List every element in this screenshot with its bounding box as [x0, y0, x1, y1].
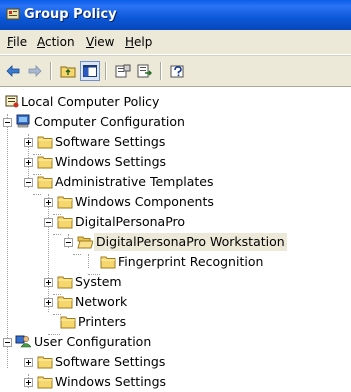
up-folder-icon: [60, 66, 76, 78]
menu-action[interactable]: Action: [37, 35, 75, 49]
expand-toggle[interactable]: [24, 378, 33, 387]
tree-item-label: Administrative Templates: [55, 174, 214, 189]
tree-item-windows-settings[interactable]: Windows Settings: [0, 152, 351, 172]
forward-button[interactable]: [25, 61, 45, 81]
tree-item-label: Printers: [78, 314, 127, 329]
folder-icon: [37, 376, 53, 389]
menu-help[interactable]: Help: [125, 35, 152, 49]
folder-icon: [37, 136, 53, 149]
tree-item-label: Fingerprint Recognition: [118, 254, 264, 269]
folder-icon: [37, 176, 53, 189]
up-one-level-button[interactable]: [58, 61, 78, 81]
expand-toggle[interactable]: [44, 198, 53, 207]
tree-item-administrative-templates[interactable]: Administrative Templates: [0, 172, 351, 192]
group-policy-window: Group Policy File Action View Help Local…: [0, 0, 351, 391]
tree-item-label: DigitalPersonaPro Workstation: [94, 233, 287, 251]
toolbar-separator: [105, 62, 107, 80]
folder-icon: [57, 296, 73, 309]
folder-icon: [100, 256, 116, 269]
tree-item-computer-configuration[interactable]: Computer Configuration: [0, 112, 351, 132]
expand-toggle[interactable]: [44, 278, 53, 287]
expand-toggle[interactable]: [24, 138, 33, 147]
policy-scroll-icon: [5, 95, 19, 108]
forward-arrow-icon: [28, 65, 42, 77]
open-folder-icon: [77, 236, 93, 249]
back-arrow-icon: [6, 65, 20, 77]
tree-item-label: Local Computer Policy: [21, 94, 160, 109]
tree-item-local-computer-policy[interactable]: Local Computer Policy: [0, 92, 351, 112]
collapse-toggle[interactable]: [44, 218, 53, 227]
tree-item-user-software-settings[interactable]: Software Settings: [0, 352, 351, 372]
tree-item-fingerprint-recognition[interactable]: Fingerprint Recognition: [0, 252, 351, 272]
tree-item-digitalpersonapro-workstation[interactable]: DigitalPersonaPro Workstation: [0, 232, 351, 252]
tree-item-label: System: [75, 274, 122, 289]
title-bar[interactable]: Group Policy: [0, 0, 351, 30]
menu-file[interactable]: File: [7, 35, 27, 49]
tree-item-network[interactable]: Network: [0, 292, 351, 312]
folder-icon: [57, 196, 73, 209]
collapse-toggle[interactable]: [3, 118, 12, 127]
tree-item-system[interactable]: System: [0, 272, 351, 292]
folder-icon: [57, 216, 73, 229]
menu-view[interactable]: View: [86, 35, 114, 49]
tree-item-user-windows-settings[interactable]: Windows Settings: [0, 372, 351, 392]
tree-item-printers[interactable]: Printers: [0, 312, 351, 332]
tree-item-label: Windows Settings: [55, 374, 167, 389]
show-hide-tree-button[interactable]: [80, 61, 100, 81]
collapse-toggle[interactable]: [3, 338, 12, 347]
tree-item-label: Windows Settings: [55, 154, 167, 169]
export-list-button[interactable]: [135, 61, 155, 81]
tree-item-label: User Configuration: [34, 334, 152, 349]
properties-icon: [115, 64, 131, 78]
toolbar-separator: [160, 62, 162, 80]
tree-item-label: Windows Components: [75, 194, 214, 209]
group-policy-icon: [6, 8, 20, 20]
console-tree: Local Computer Policy Computer Configura…: [0, 87, 351, 391]
tree-item-user-configuration[interactable]: User Configuration: [0, 332, 351, 352]
show-hide-tree-icon: [83, 65, 97, 77]
help-button[interactable]: [168, 61, 188, 81]
tree-item-label: Network: [75, 294, 128, 309]
folder-icon: [60, 316, 76, 329]
window-title: Group Policy: [24, 7, 117, 22]
tree-item-windows-components[interactable]: Windows Components: [0, 192, 351, 212]
tree-item-label: Software Settings: [55, 134, 166, 149]
folder-icon: [37, 356, 53, 369]
folder-icon: [57, 276, 73, 289]
expand-toggle[interactable]: [24, 358, 33, 367]
folder-icon: [37, 156, 53, 169]
tree-item-software-settings[interactable]: Software Settings: [0, 132, 351, 152]
menu-bar: File Action View Help: [0, 30, 351, 55]
help-icon: [170, 65, 184, 78]
tree-item-label: Software Settings: [55, 354, 166, 369]
expand-toggle[interactable]: [44, 298, 53, 307]
collapse-toggle[interactable]: [64, 238, 73, 247]
toolbar: [0, 55, 351, 87]
collapse-toggle[interactable]: [24, 178, 33, 187]
expand-toggle[interactable]: [24, 158, 33, 167]
tree-item-digitalpersonapro[interactable]: DigitalPersonaPro: [0, 212, 351, 232]
tree-item-label: Computer Configuration: [34, 114, 185, 129]
toolbar-separator: [50, 62, 52, 80]
properties-button[interactable]: [113, 61, 133, 81]
tree-item-label: DigitalPersonaPro: [75, 214, 186, 229]
user-icon: [15, 335, 31, 348]
export-list-icon: [137, 64, 152, 78]
back-button[interactable]: [3, 61, 23, 81]
computer-icon: [16, 114, 30, 128]
